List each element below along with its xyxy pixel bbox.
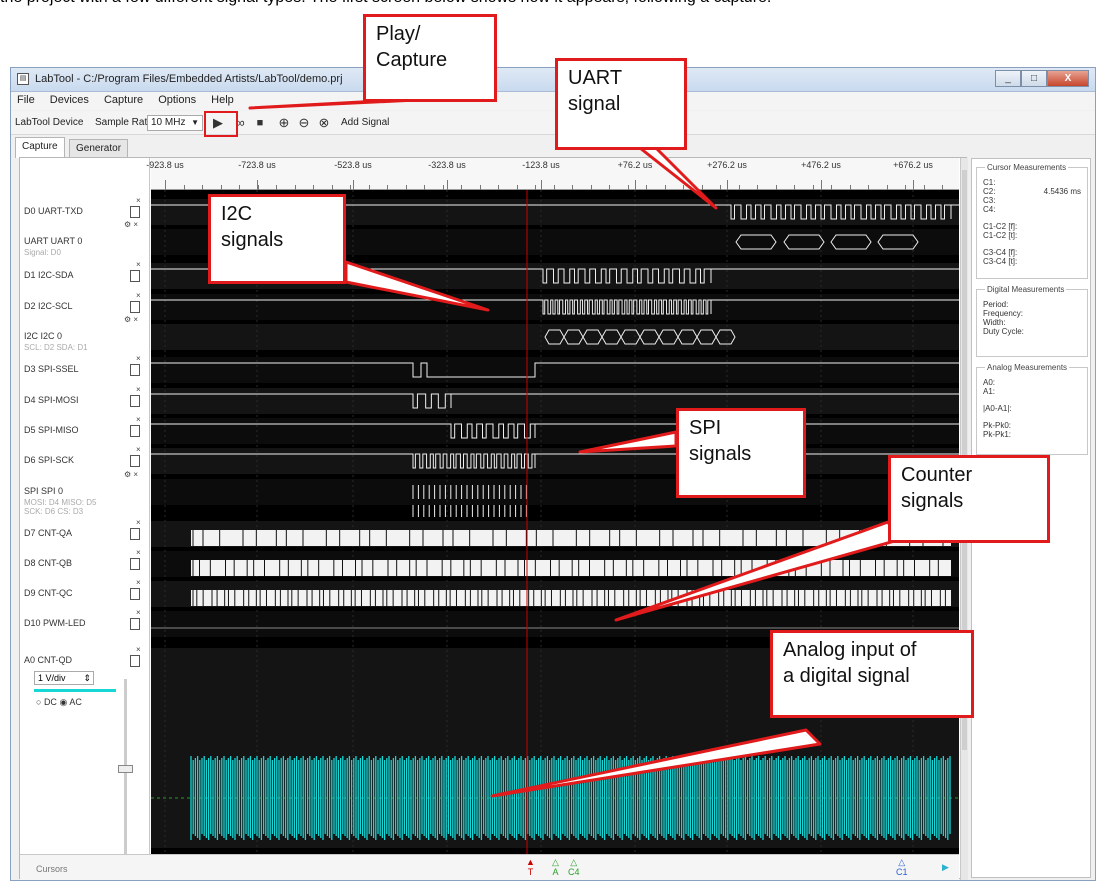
analog-arrow [490,728,822,798]
analog-input-callout: Analog input of a digital signal [770,630,974,718]
screenshot-root: the project with a few different signal … [0,0,1096,881]
uart-arrow [638,146,718,210]
annotation-arrows [248,98,900,798]
play-highlight [204,111,238,137]
counter-arrow [614,520,900,622]
play-capture-callout: Play/ Capture [363,14,497,102]
i2c-arrow [344,260,490,312]
spi-arrow [578,430,678,454]
uart-signal-callout: UART signal [555,58,687,150]
spi-signals-callout: SPI signals [676,408,806,498]
counter-signals-callout: Counter signals [888,455,1050,543]
i2c-signals-callout: I2C signals [208,194,346,284]
